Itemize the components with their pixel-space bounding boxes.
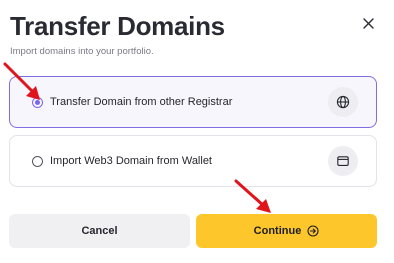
cancel-button[interactable]: Cancel (9, 214, 190, 248)
close-icon (362, 17, 374, 29)
arrow-circle-right-icon (307, 225, 319, 237)
option-import-web3-wallet[interactable]: Import Web3 Domain from Wallet (9, 135, 377, 187)
option-transfer-from-registrar[interactable]: Transfer Domain from other Registrar (9, 76, 377, 128)
cancel-label: Cancel (81, 225, 118, 237)
radio-import-web3-wallet[interactable] (32, 155, 43, 167)
dialog-subtitle: Import domains into your portfolio. (10, 46, 154, 57)
transfer-domains-dialog: Transfer Domains Import domains into you… (0, 0, 394, 263)
option-label: Transfer Domain from other Registrar (50, 96, 233, 108)
close-button[interactable] (357, 12, 379, 34)
wallet-icon (328, 146, 358, 176)
continue-button[interactable]: Continue (196, 214, 377, 248)
radio-transfer-from-registrar[interactable] (32, 96, 43, 108)
option-label: Import Web3 Domain from Wallet (50, 155, 212, 167)
dialog-title: Transfer Domains (10, 11, 225, 41)
globe-icon (328, 87, 358, 117)
continue-label: Continue (253, 225, 302, 237)
